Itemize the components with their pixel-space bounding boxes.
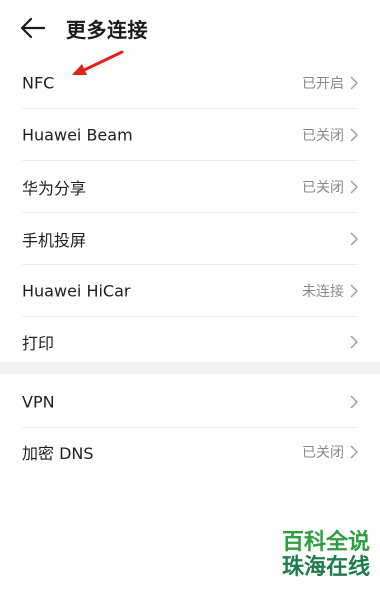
setting-status: 已关闭 [302,128,344,144]
setting-label: VPN [22,392,55,412]
chevron-right-icon [350,284,358,298]
setting-label: 加密 DNS [22,444,94,463]
setting-status: 已关闭 [302,445,344,461]
setting-row-vpn[interactable]: VPN [0,376,380,428]
setting-label: 手机投屏 [22,231,87,250]
chevron-right-icon [350,180,358,194]
chevron-right-icon [350,128,358,142]
setting-row-huawei-hicar[interactable]: Huawei HiCar 未连接 [0,265,380,317]
setting-label: 打印 [22,334,55,353]
setting-row-huawei-beam[interactable]: Huawei Beam 已关闭 [0,109,380,161]
setting-row-encrypted-dns[interactable]: 加密 DNS 已关闭 [0,426,380,478]
chevron-right-icon [350,395,358,409]
setting-label: 华为分享 [22,179,87,198]
watermark-line-1: 百科全说 [281,530,370,555]
page-title: 更多连接 [66,18,148,42]
setting-row-print[interactable]: 打印 [0,316,380,368]
setting-status: 已开启 [302,76,344,92]
setting-label: Huawei HiCar [22,281,131,301]
watermark: 百科全说 珠海在线 [282,531,370,581]
watermark-line-2: 珠海在线 [281,555,370,580]
setting-row-huawei-share[interactable]: 华为分享 已关闭 [0,161,380,213]
red-arrow-icon [72,50,124,75]
chevron-right-icon [350,445,358,459]
setting-status: 未连接 [302,284,344,300]
setting-label: NFC [22,73,55,93]
chevron-right-icon [350,335,358,349]
section-separator [0,362,380,374]
back-arrow-icon[interactable] [20,16,46,40]
setting-status: 已关闭 [302,180,344,196]
app-header: 更多连接 [0,0,380,56]
chevron-right-icon [350,232,358,246]
setting-label: Huawei Beam [22,125,133,145]
setting-row-screen-projection[interactable]: 手机投屏 [0,213,380,265]
setting-row-nfc[interactable]: NFC 已开启 [0,57,380,109]
chevron-right-icon [350,76,358,90]
